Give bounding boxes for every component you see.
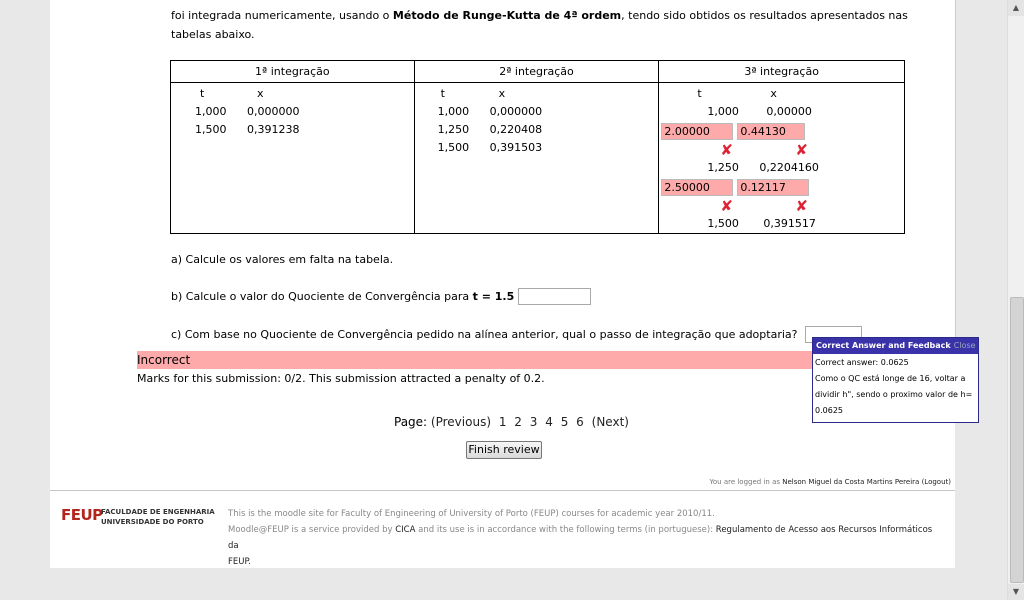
value-t: 1,000 xyxy=(707,105,739,118)
feedback-text: 0.0625 xyxy=(815,406,843,415)
question-a: a) Calcule os valores em falta na tabela… xyxy=(171,253,394,266)
login-info: You are logged in as Nelson Miguel da Co… xyxy=(710,478,951,486)
col-x-label: x xyxy=(770,87,777,100)
question-b: b) Calcule o valor do Quociente de Conve… xyxy=(171,290,514,303)
value-t: 1,250 xyxy=(707,161,739,174)
incorrect-banner: Incorrect xyxy=(137,351,813,369)
answer-input-x2[interactable]: 0.12117 xyxy=(737,179,810,196)
scroll-down-icon[interactable]: ▼ xyxy=(1008,584,1024,600)
page-link-1[interactable]: 1 xyxy=(499,415,507,429)
intro-text: foi integrada numericamente, usando o xyxy=(171,9,393,22)
incorrect-icon: ✘ xyxy=(795,141,808,159)
incorrect-icon: ✘ xyxy=(720,141,733,159)
answer-input-b[interactable] xyxy=(518,288,591,305)
page-link-3[interactable]: 3 xyxy=(530,415,538,429)
previous-link[interactable]: (Previous) xyxy=(431,415,491,429)
intro-text: tabelas abaixo. xyxy=(171,28,255,41)
marks-text: Marks for this submission: 0/2. This sub… xyxy=(137,372,545,385)
col-t-label: t xyxy=(200,87,205,100)
pagination: Page: (Previous) 1 2 3 4 5 6 (Next) xyxy=(394,415,633,429)
user-link[interactable]: Nelson Miguel da Costa Martins Pereira xyxy=(782,478,919,486)
col-x-label: x xyxy=(498,87,506,100)
value-t: 1,250 xyxy=(437,123,470,136)
vertical-scrollbar[interactable]: ▲ ▼ xyxy=(1007,0,1024,600)
method-name: Método de Runge-Kutta de 4ª ordem xyxy=(392,9,622,22)
popup-body: Correct answer: 0.0625 Como o QC está lo… xyxy=(813,354,978,420)
footer-line: Moodle@FEUP is a service provided by CIC… xyxy=(228,522,943,554)
incorrect-icon: ✘ xyxy=(720,197,733,215)
value-x: 0,2204160 xyxy=(759,161,819,174)
col-t-label: t xyxy=(697,87,702,100)
page-link-4[interactable]: 4 xyxy=(545,415,553,429)
scroll-up-icon[interactable]: ▲ xyxy=(1008,0,1024,16)
value-x: 0,220408 xyxy=(489,123,543,136)
value-t: 1,500 xyxy=(707,217,739,230)
value-t: 1,500 xyxy=(437,141,470,154)
page-label: Page: xyxy=(394,415,428,429)
header-int2: 2ª integração xyxy=(413,60,660,83)
cell-int2: t x 1,000 0,000000 1,250 0,220408 1,500 … xyxy=(413,82,660,234)
answer-input-x1[interactable]: 0.44130 xyxy=(737,123,806,140)
page-link-2[interactable]: 2 xyxy=(514,415,522,429)
cica-link[interactable]: CICA xyxy=(395,525,415,535)
footer-text-span: and its use is in accordance with the fo… xyxy=(415,525,716,535)
footer-text: This is the moodle site for Faculty of E… xyxy=(228,506,943,570)
page-link-6[interactable]: 6 xyxy=(576,415,584,429)
answer-input-t2[interactable]: 2.50000 xyxy=(661,179,734,196)
header-int3: 3ª integração xyxy=(658,60,905,83)
value-t: 1,000 xyxy=(195,105,227,118)
value-t: 1,500 xyxy=(195,123,227,136)
footer-line: This is the moodle site for Faculty of E… xyxy=(228,509,715,519)
results-table: 1ª integração 2ª integração 3ª integraçã… xyxy=(170,60,905,234)
intro-text: , tendo sido obtidos os resultados apres… xyxy=(621,9,908,22)
popup-header: Correct Answer and Feedback Close xyxy=(813,338,978,354)
footer-line: FEUP. xyxy=(228,554,943,570)
next-link[interactable]: (Next) xyxy=(592,415,629,429)
logo-mark: FEUP xyxy=(61,506,103,524)
feedback-text: Como o QC está longe de 16, voltar a xyxy=(815,374,966,383)
scroll-thumb[interactable] xyxy=(1010,297,1024,583)
divider xyxy=(50,490,955,491)
incorrect-icon: ✘ xyxy=(795,197,808,215)
col-x-label: x xyxy=(257,87,264,100)
cell-int3: t x 1,000 0,00000 2.00000 0.44130 ✘ ✘ 1,… xyxy=(658,82,905,234)
question-c: c) Com base no Quociente de Convergência… xyxy=(171,328,798,341)
question-intro: foi integrada numericamente, usando o Mé… xyxy=(171,6,911,44)
popup-title: Correct Answer and Feedback xyxy=(816,341,951,350)
col-t-label: t xyxy=(440,87,445,100)
question-b-value: t = 1.5 xyxy=(472,290,515,303)
header-int1: 1ª integração xyxy=(170,60,415,83)
answer-input-t1[interactable]: 2.00000 xyxy=(661,123,734,140)
value-x: 0,391503 xyxy=(489,141,543,154)
feedback-text: dividir h", sendo o proximo valor de h= xyxy=(815,390,973,399)
footer-text-span: Moodle@FEUP is a service provided by xyxy=(228,525,396,535)
logout-link[interactable]: (Logout) xyxy=(922,478,951,486)
correct-answer: Correct answer: 0.0625 xyxy=(815,358,909,367)
regulation-link[interactable]: FEUP. xyxy=(228,557,251,567)
close-link[interactable]: Close xyxy=(954,341,976,350)
question-b-text: b) Calcule o valor do Quociente de Conve… xyxy=(171,290,473,303)
value-x: 0,000000 xyxy=(489,105,543,118)
page-link-5[interactable]: 5 xyxy=(561,415,569,429)
value-t: 1,000 xyxy=(437,105,470,118)
login-prefix: You are logged in as xyxy=(709,478,783,486)
value-x: 0,000000 xyxy=(247,105,300,118)
finish-review-button[interactable]: Finish review xyxy=(466,441,542,459)
value-x: 0,391238 xyxy=(247,123,300,136)
value-x: 0,391517 xyxy=(763,217,816,230)
feedback-popup: Correct Answer and Feedback Close Correct… xyxy=(812,337,979,423)
value-x: 0,00000 xyxy=(766,105,812,118)
cell-int1: t x 1,000 0,000000 1,500 0,391238 xyxy=(170,82,415,234)
